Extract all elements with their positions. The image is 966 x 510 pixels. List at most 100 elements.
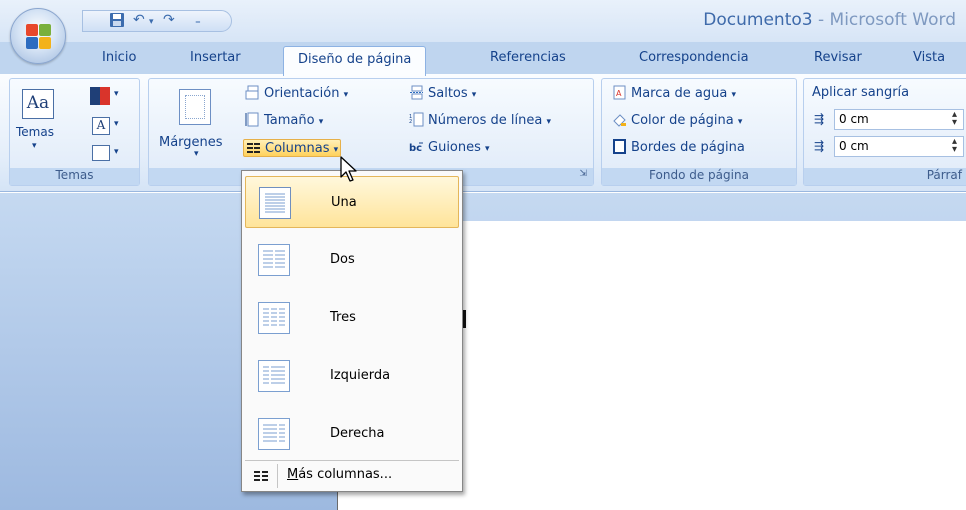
save-icon[interactable]	[109, 12, 125, 32]
tab-correspondencia[interactable]: Correspondencia	[639, 50, 749, 65]
guiones-button[interactable]: bc Guiones ▾	[409, 139, 490, 155]
title-bar: ↶ ▾ ↷ ₌ Documento3 - Microsoft Word	[0, 0, 966, 42]
margins-icon	[179, 89, 211, 125]
ribbon: Aa Temas ▾ ▾ A ▾ ▾ Temas Márgenes ▾ Orie…	[0, 74, 966, 192]
tab-inicio[interactable]: Inicio	[102, 50, 136, 65]
dialog-launcher-icon[interactable]: ⇲	[579, 169, 587, 179]
group-fondo-de-pagina-label: Fondo de página	[602, 168, 796, 185]
tamano-button[interactable]: Tamaño ▾	[245, 112, 323, 128]
theme-effects-button[interactable]: ▾	[90, 145, 128, 165]
svg-text:2: 2	[409, 119, 412, 125]
aplicar-sangria-label: Aplicar sangría	[812, 85, 910, 100]
spinner-icon[interactable]: ▴ ▾	[952, 137, 957, 155]
group-parrafo-label: Párraf	[804, 168, 966, 185]
sangria-derecha-value: 0 cm	[839, 139, 869, 153]
document-name: Documento3	[703, 10, 813, 30]
menu-item-una[interactable]: Una	[245, 176, 459, 228]
numeros-de-linea-label: Números de línea	[428, 113, 543, 128]
office-button[interactable]	[10, 8, 66, 64]
page-size-icon	[245, 112, 259, 127]
group-fondo-de-pagina: A Marca de agua ▾ Color de página ▾ Borde…	[601, 78, 797, 186]
one-column-icon	[259, 187, 291, 219]
menu-item-dos-label: Dos	[330, 252, 355, 267]
page-borders-icon	[613, 139, 626, 154]
tab-insertar[interactable]: Insertar	[190, 50, 241, 65]
saltos-button[interactable]: Saltos ▾	[409, 85, 476, 101]
indent-left-icon: ⇶	[814, 112, 825, 126]
menu-item-tres[interactable]: Tres	[245, 292, 459, 344]
office-button-icon	[26, 24, 52, 50]
themes-icon: Aa	[22, 89, 54, 119]
columns-icon	[254, 471, 268, 481]
breaks-icon	[410, 85, 423, 100]
menu-item-mas-columnas[interactable]: Más columnas...	[245, 464, 459, 488]
tab-referencias[interactable]: Referencias	[490, 50, 566, 65]
temas-label: Temas	[16, 125, 54, 139]
orientation-icon	[245, 85, 259, 100]
two-columns-icon	[258, 244, 290, 276]
menu-separator	[245, 460, 459, 461]
three-columns-icon	[258, 302, 290, 334]
tab-revisar[interactable]: Revisar	[814, 50, 862, 65]
page-color-icon	[613, 114, 626, 127]
margenes-button[interactable]: Márgenes ▾	[155, 85, 237, 165]
orientacion-label: Orientación	[264, 86, 340, 101]
group-temas: Aa Temas ▾ ▾ A ▾ ▾ Temas	[9, 78, 140, 186]
mouse-pointer-icon	[340, 156, 357, 182]
customize-qat-icon[interactable]: ₌	[195, 14, 201, 27]
menu-item-dos[interactable]: Dos	[245, 234, 459, 286]
sangria-izquierda-input[interactable]: 0 cm ▴ ▾	[834, 109, 964, 130]
columns-icon	[247, 143, 260, 153]
theme-fonts-icon: A	[92, 117, 110, 135]
undo-dropdown-icon[interactable]: ▾	[149, 17, 154, 27]
spinner-icon[interactable]: ▴ ▾	[952, 110, 957, 128]
saltos-label: Saltos	[428, 86, 468, 101]
menu-item-derecha[interactable]: Derecha	[245, 408, 459, 460]
bordes-de-pagina-label: Bordes de página	[631, 140, 745, 155]
marca-de-agua-button[interactable]: A Marca de agua ▾	[612, 85, 736, 101]
columnas-button[interactable]: Columnas ▾	[243, 139, 342, 157]
numeros-de-linea-button[interactable]: 1 2 Números de línea ▾	[409, 112, 551, 128]
tamano-label: Tamaño	[264, 113, 315, 128]
svg-text:A: A	[616, 89, 622, 98]
redo-icon[interactable]: ↷	[163, 12, 175, 28]
tab-diseno-de-pagina[interactable]: Diseño de página	[283, 46, 427, 76]
theme-fonts-button[interactable]: A ▾	[90, 117, 128, 137]
quick-access-toolbar: ↶ ▾ ↷ ₌	[82, 10, 232, 32]
left-column-icon	[258, 360, 290, 392]
window-title: Documento3 - Microsoft Word	[703, 10, 956, 30]
temas-button[interactable]: Aa Temas ▾	[16, 85, 60, 159]
theme-colors-icon	[90, 87, 110, 105]
ribbon-tabs: Inicio Insertar Diseño de página Referen…	[0, 42, 966, 76]
menu-item-una-label: Una	[331, 195, 357, 210]
right-column-icon	[258, 418, 290, 450]
columnas-label: Columnas	[265, 141, 330, 156]
margenes-label: Márgenes	[159, 135, 223, 150]
menu-item-derecha-label: Derecha	[330, 426, 385, 441]
guiones-label: Guiones	[428, 140, 481, 155]
sangria-derecha-input[interactable]: 0 cm ▴ ▾	[834, 136, 964, 157]
bordes-de-pagina-button[interactable]: Bordes de página	[612, 139, 745, 155]
group-parrafo: Aplicar sangría ⇶ 0 cm ▴ ▾ ⇶ 0 cm ▴ ▾ Párr…	[803, 78, 966, 186]
orientacion-button[interactable]: Orientación ▾	[245, 85, 348, 101]
marca-de-agua-label: Marca de agua	[631, 86, 728, 101]
tab-vista[interactable]: Vista	[913, 50, 945, 65]
columns-dropdown-menu: Una Dos Tres Izquierda Derecha Más colum…	[241, 170, 463, 492]
menu-item-izquierda[interactable]: Izquierda	[245, 350, 459, 402]
sangria-izquierda-value: 0 cm	[839, 112, 869, 126]
hyphenation-icon: bc	[409, 142, 423, 154]
indent-right-icon: ⇶	[814, 139, 825, 153]
menu-item-tres-label: Tres	[330, 310, 356, 325]
color-de-pagina-label: Color de página	[631, 113, 734, 128]
menu-item-mas-columnas-label: Más columnas...	[287, 467, 393, 482]
document-workspace	[0, 193, 966, 510]
theme-colors-button[interactable]: ▾	[90, 87, 128, 107]
app-name: - Microsoft Word	[812, 10, 956, 30]
color-de-pagina-button[interactable]: Color de página ▾	[612, 112, 742, 128]
undo-icon[interactable]: ↶	[133, 12, 145, 28]
line-numbers-icon: 12	[409, 112, 424, 127]
svg-text:bc: bc	[409, 143, 422, 154]
theme-effects-icon	[92, 145, 110, 161]
group-temas-label: Temas	[10, 168, 139, 185]
menu-item-izquierda-label: Izquierda	[330, 368, 391, 383]
